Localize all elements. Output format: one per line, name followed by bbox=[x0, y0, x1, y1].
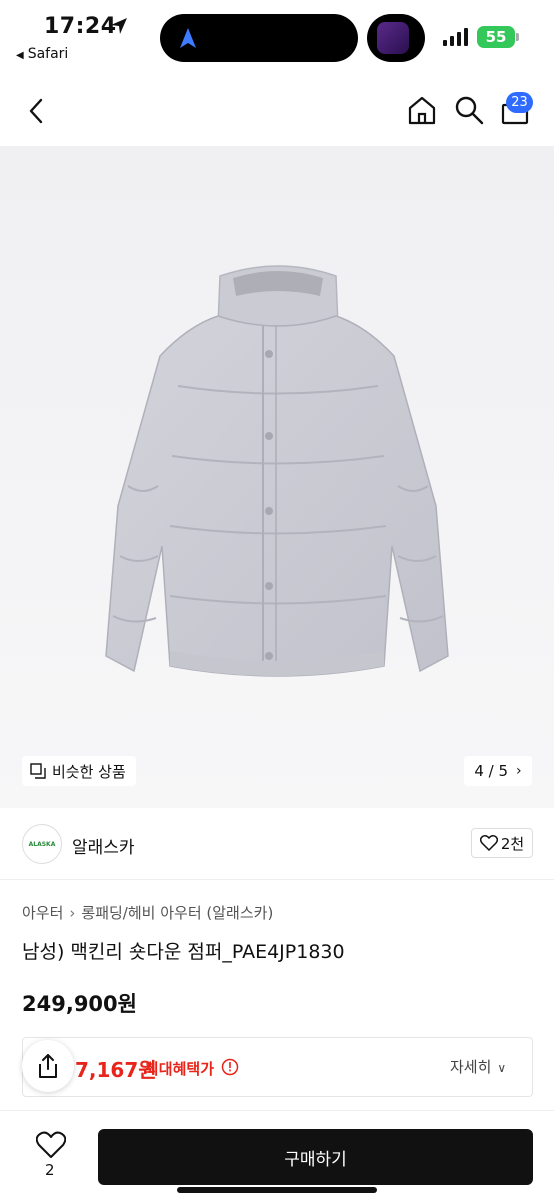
top-nav bbox=[0, 74, 554, 146]
breadcrumb: 아우터 › 롱패딩/헤비 아우터 (알래스카) bbox=[22, 902, 273, 923]
app-icon bbox=[377, 22, 409, 54]
search-icon[interactable] bbox=[453, 94, 485, 126]
chevron-right-icon: › bbox=[69, 904, 76, 922]
benefit-detail-link[interactable]: 자세히 ∨ bbox=[450, 1056, 506, 1077]
back-triangle-icon: ◀ bbox=[16, 50, 24, 61]
battery-cap bbox=[516, 33, 519, 41]
chevron-right-icon: › bbox=[516, 763, 522, 779]
signal-icon bbox=[443, 28, 468, 46]
wishlist-count: 2 bbox=[45, 1161, 55, 1179]
brand-name[interactable]: 알래스카 bbox=[72, 833, 135, 858]
product-title: 남성) 맥킨리 숏다운 점퍼_PAE4JP1830 bbox=[22, 941, 345, 963]
status-time: 17:24 bbox=[44, 14, 117, 39]
brand-row[interactable]: ALASKA 알래스카 2천 bbox=[0, 808, 554, 880]
home-indicator[interactable] bbox=[177, 1187, 377, 1193]
image-pager[interactable]: 4 / 5 › bbox=[464, 756, 532, 786]
similar-products-button[interactable]: 비슷한 상품 bbox=[22, 756, 136, 786]
brand-like-button[interactable]: 2천 bbox=[471, 828, 533, 858]
breadcrumb-item[interactable]: 롱패딩/헤비 아우터 (알래스카) bbox=[81, 904, 273, 922]
share-icon bbox=[39, 1054, 57, 1078]
status-bar: 17:24 ◀ Safari 55 bbox=[0, 0, 554, 74]
battery-indicator: 55 bbox=[477, 26, 515, 48]
location-arrow-icon bbox=[111, 18, 127, 34]
product-price: 249,900원 bbox=[22, 992, 137, 1016]
info-icon[interactable] bbox=[221, 1058, 239, 1076]
chevron-down-icon: ∨ bbox=[497, 1061, 507, 1075]
max-benefit-label: 최대혜택가 bbox=[145, 1060, 215, 1078]
live-activity-app bbox=[367, 14, 425, 62]
back-to-app[interactable]: ◀ Safari bbox=[16, 46, 68, 62]
cart-count-badge: 23 bbox=[506, 92, 533, 113]
navigation-arrow-icon bbox=[180, 28, 196, 48]
home-icon[interactable] bbox=[406, 94, 438, 126]
copy-icon bbox=[30, 763, 46, 779]
breadcrumb-item[interactable]: 아우터 bbox=[22, 904, 63, 922]
brand-logo-text: ALASKA bbox=[28, 840, 56, 848]
brand-logo[interactable]: ALASKA bbox=[22, 824, 62, 864]
similar-products-label: 비슷한 상품 bbox=[52, 762, 126, 781]
back-app-label: Safari bbox=[27, 46, 69, 62]
max-benefit-box[interactable]: 7,167원 최대혜택가 자세히 ∨ bbox=[22, 1037, 533, 1097]
product-image bbox=[105, 265, 449, 677]
buy-button[interactable]: 구매하기 bbox=[98, 1129, 533, 1185]
benefit-detail-label: 자세히 bbox=[450, 1058, 492, 1076]
product-image-gallery[interactable]: 비슷한 상품 4 / 5 › bbox=[0, 146, 554, 808]
heart-icon[interactable] bbox=[36, 1131, 66, 1159]
heart-outline-icon bbox=[479, 835, 498, 851]
brand-like-count: 2천 bbox=[500, 834, 525, 853]
dynamic-island bbox=[160, 14, 358, 62]
chevron-left-icon[interactable] bbox=[24, 96, 48, 126]
share-button[interactable] bbox=[22, 1040, 74, 1092]
pager-text: 4 / 5 bbox=[474, 762, 509, 780]
